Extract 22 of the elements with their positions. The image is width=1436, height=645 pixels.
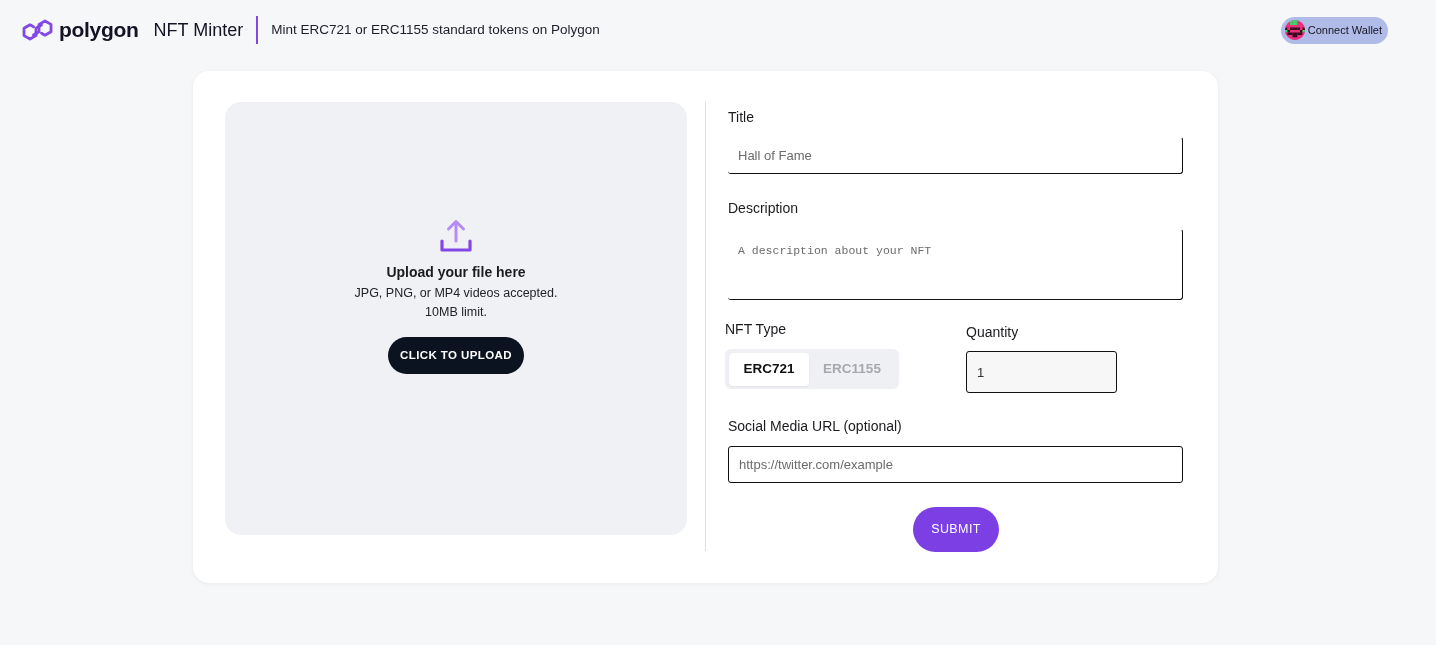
brand-wordmark: polygon <box>59 17 139 44</box>
description-label: Description <box>728 199 799 216</box>
title-input[interactable]: Hall of Fame <box>728 137 1183 174</box>
polygon-logo-icon <box>22 17 53 43</box>
click-to-upload-button[interactable]: CLICK TO UPLOAD <box>388 337 524 374</box>
tagline: Mint ERC721 or ERC1155 standard tokens on Polygon <box>271 20 600 39</box>
connect-wallet-button[interactable]: Connect Wallet <box>1280 16 1388 44</box>
nft-type-tab[interactable]: ERC721 <box>729 352 809 386</box>
description-textarea[interactable]: A description about your NFT <box>728 228 1183 301</box>
pixel-avatar-icon <box>1284 20 1305 40</box>
social-url-input[interactable]: https://twitter.com/example <box>728 446 1183 483</box>
app-name: NFT Minter <box>153 18 244 42</box>
title-label: Title <box>728 108 755 127</box>
social-url-label: Social Media URL (optional) <box>728 418 902 435</box>
upload-icon <box>439 219 473 253</box>
upload-hint: 10MB limit. <box>425 304 487 321</box>
upload-hint: JPG, PNG, or MP4 videos accepted. <box>354 285 558 302</box>
quantity-input[interactable]: 1 <box>966 351 1117 394</box>
upload-title: Upload your file here <box>386 263 526 282</box>
nft-type-label: NFT Type <box>725 320 787 340</box>
quantity-label: Quantity <box>966 323 1020 343</box>
submit-button[interactable]: SUBMIT <box>913 507 999 552</box>
